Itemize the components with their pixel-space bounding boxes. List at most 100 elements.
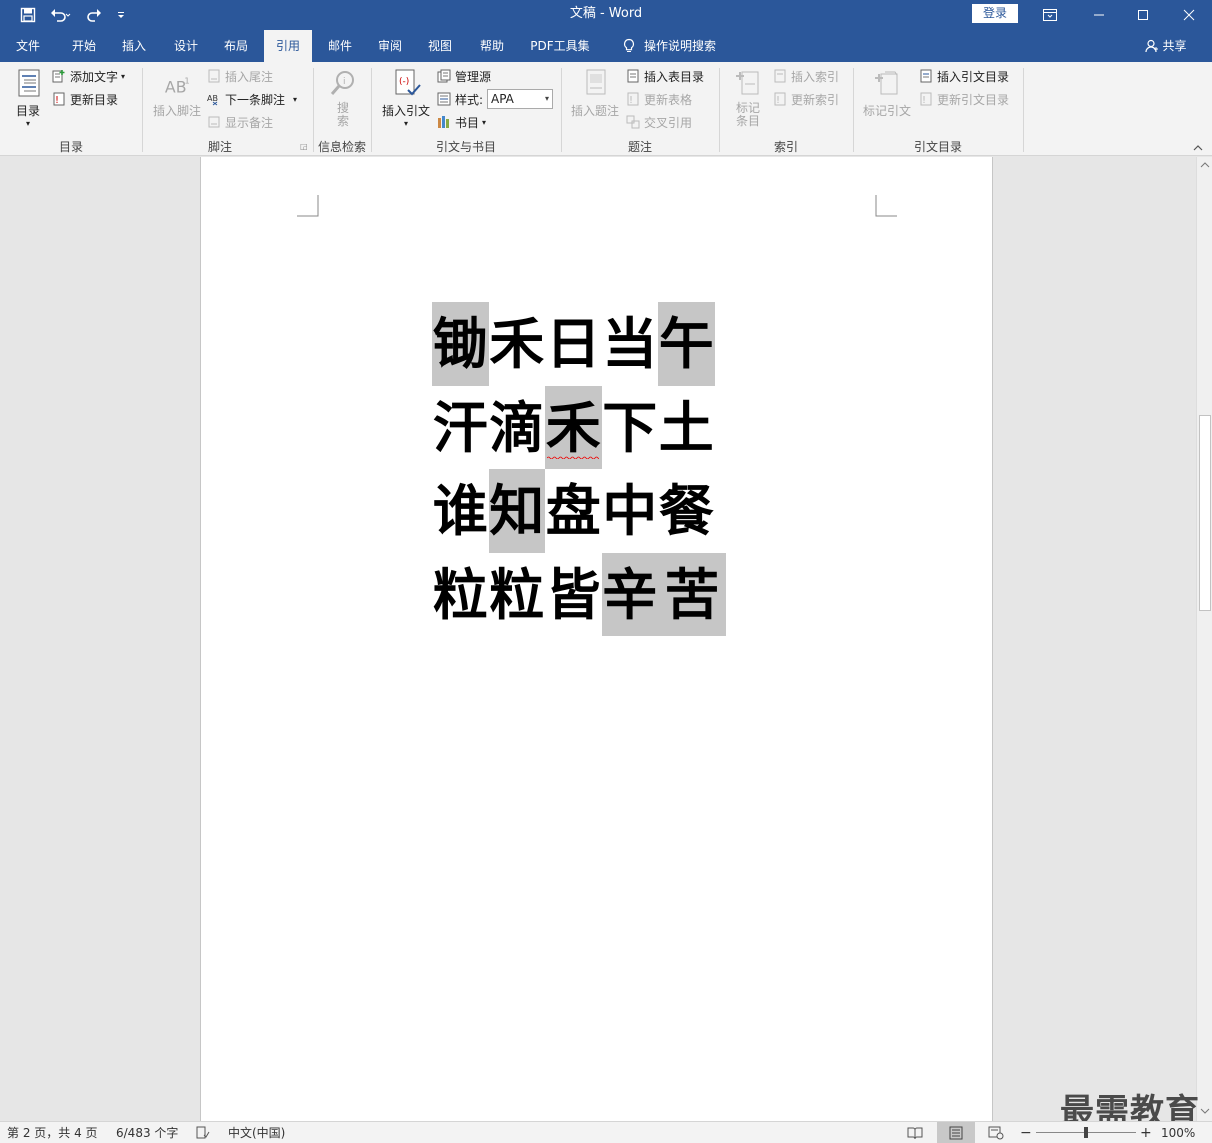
group-label-captions: 题注 xyxy=(627,140,652,154)
footnote-dialog-launcher-icon[interactable]: ◲ xyxy=(300,142,308,151)
update-toa-button[interactable]: ! 更新引文目录 xyxy=(919,89,1009,109)
tell-me-label: 操作说明搜索 xyxy=(643,39,716,53)
minimize-icon[interactable] xyxy=(1076,0,1122,30)
tab-file[interactable]: 文件 xyxy=(6,30,50,62)
close-icon[interactable] xyxy=(1166,0,1212,30)
zoom-level[interactable]: 100% xyxy=(1161,1122,1195,1143)
add-text-icon xyxy=(52,70,65,83)
zoom-slider[interactable] xyxy=(1036,1127,1136,1138)
print-layout-icon[interactable] xyxy=(937,1122,975,1143)
poem-char: 苦 xyxy=(658,552,726,636)
insert-footnote-button[interactable]: AB 1 插入脚注 xyxy=(150,74,204,119)
mark-citation-button[interactable]: 标记引文 xyxy=(860,68,914,119)
document-page[interactable]: 锄 禾 日 当 午 汗 滴 禾 下 土 谁 知 盘 中 餐 粒 粒 皆 辛 苦 xyxy=(200,157,993,1121)
insert-toa-button[interactable]: 插入引文目录 xyxy=(919,66,1009,86)
insert-caption-button[interactable]: 插入题注 xyxy=(568,68,622,119)
web-layout-icon[interactable] xyxy=(988,1122,1004,1143)
manage-sources-label: 管理源 xyxy=(455,69,492,84)
manage-sources-button[interactable]: 管理源 xyxy=(437,66,491,86)
svg-text:!: ! xyxy=(922,95,926,106)
bibliography-label: 书目 xyxy=(455,115,480,130)
add-text-button[interactable]: 添加文字 ▾ xyxy=(52,66,125,86)
search-button[interactable]: i 搜索 xyxy=(326,68,360,128)
update-toc-icon: ! xyxy=(53,92,65,106)
insert-table-of-figures-button[interactable]: 插入表目录 xyxy=(626,66,704,86)
tab-insert[interactable]: 插入 xyxy=(112,30,156,62)
insert-caption-label: 插入题注 xyxy=(570,104,619,118)
tab-design[interactable]: 设计 xyxy=(164,30,208,62)
poem-char: 盘 xyxy=(545,478,601,543)
insert-citation-button[interactable]: (-) 插入引文 ▾ xyxy=(378,68,434,128)
scroll-down-icon[interactable] xyxy=(1200,1107,1210,1115)
poem-char-text: 禾 xyxy=(545,394,601,460)
cross-reference-button[interactable]: 交叉引用 xyxy=(626,112,692,132)
tab-help[interactable]: 帮助 xyxy=(470,30,514,62)
page-count-status[interactable]: 第 2 页，共 4 页 xyxy=(7,1122,98,1143)
poem-text[interactable]: 锄 禾 日 当 午 汗 滴 禾 下 土 谁 知 盘 中 餐 粒 粒 皆 辛 苦 xyxy=(432,302,726,636)
share-button[interactable]: 共享 xyxy=(1138,30,1194,62)
mark-entry-button[interactable]: 标记条目 xyxy=(728,68,768,128)
poem-char: 粒 xyxy=(432,561,488,627)
tell-me-search[interactable]: 操作说明搜索 xyxy=(614,30,724,62)
proofing-icon[interactable] xyxy=(196,1122,210,1143)
collapse-ribbon-icon[interactable] xyxy=(1192,142,1204,154)
word-count-status[interactable]: 6/483 个字 xyxy=(116,1122,178,1143)
update-table-button[interactable]: ! 更新表格 xyxy=(626,89,692,109)
toc-button[interactable]: 目录 ▾ xyxy=(10,68,46,128)
tab-view[interactable]: 视图 xyxy=(418,30,462,62)
tab-mailings[interactable]: 邮件 xyxy=(318,30,362,62)
scroll-up-icon[interactable] xyxy=(1200,161,1210,169)
share-person-icon xyxy=(1145,39,1159,53)
tab-review[interactable]: 审阅 xyxy=(368,30,412,62)
svg-text:!: ! xyxy=(55,95,59,106)
language-status[interactable]: 中文(中国) xyxy=(228,1122,285,1143)
tab-home[interactable]: 开始 xyxy=(62,30,106,62)
insert-index-button[interactable]: 插入索引 xyxy=(773,66,839,86)
insert-endnote-button[interactable]: 插入尾注 xyxy=(207,66,273,86)
poem-char: 日 xyxy=(545,311,601,376)
poem-line: 锄 禾 日 当 午 xyxy=(432,302,726,386)
show-notes-label: 显示备注 xyxy=(225,115,274,130)
show-notes-button[interactable]: 显示备注 xyxy=(207,112,273,132)
tab-layout[interactable]: 布局 xyxy=(214,30,258,62)
read-mode-icon[interactable] xyxy=(907,1122,923,1143)
poem-line: 粒 粒 皆 辛 苦 xyxy=(432,552,726,636)
poem-char-spellcheck: 禾 xyxy=(545,385,602,469)
zoom-slider-thumb[interactable] xyxy=(1084,1127,1088,1138)
zoom-out-icon[interactable]: − xyxy=(1020,1122,1032,1143)
group-label-toa: 引文目录 xyxy=(913,140,962,154)
insert-citation-label: 插入引文 xyxy=(381,104,430,118)
insert-endnote-icon xyxy=(208,69,220,83)
poem-char: 粒 xyxy=(489,561,545,627)
mark-citation-icon xyxy=(875,71,898,95)
ribbon-display-options-icon[interactable] xyxy=(1027,0,1073,30)
login-button[interactable]: 登录 xyxy=(972,4,1018,23)
footnote-ab-icon: AB1 xyxy=(165,75,190,96)
update-toc-button[interactable]: ! 更新目录 xyxy=(52,89,118,109)
bibliography-button[interactable]: 书目 ▾ xyxy=(437,112,486,132)
group-label-footnotes: 脚注 xyxy=(207,140,232,154)
svg-text:AB: AB xyxy=(207,94,218,103)
crop-mark-top-left xyxy=(297,195,319,217)
citation-style-value: APA xyxy=(491,92,514,106)
update-index-button[interactable]: ! 更新索引 xyxy=(773,89,839,109)
tab-references[interactable]: 引用 xyxy=(264,30,312,62)
poem-char: 土 xyxy=(658,394,714,460)
citation-style-select[interactable]: APA ▾ xyxy=(487,89,553,109)
insert-table-of-figures-label: 插入表目录 xyxy=(644,69,705,84)
scrollbar-thumb[interactable] xyxy=(1199,415,1211,611)
citation-style-icon xyxy=(437,92,451,106)
maximize-icon[interactable] xyxy=(1120,0,1166,30)
zoom-in-icon[interactable]: + xyxy=(1140,1122,1152,1143)
update-toc-label: 更新目录 xyxy=(70,92,119,107)
update-index-label: 更新索引 xyxy=(791,92,840,107)
vertical-scrollbar[interactable] xyxy=(1196,157,1212,1121)
add-text-dropdown-icon: ▾ xyxy=(121,71,126,81)
insert-citation-dropdown-icon: ▾ xyxy=(403,119,408,128)
tab-pdf-tools[interactable]: PDF工具集 xyxy=(522,30,598,62)
svg-text:i: i xyxy=(343,77,346,87)
update-toa-icon: ! xyxy=(920,92,932,106)
poem-char: 锄 xyxy=(432,302,489,386)
next-footnote-button[interactable]: AB 下一条脚注 ▾ xyxy=(207,89,297,109)
table-of-figures-icon xyxy=(627,69,639,83)
